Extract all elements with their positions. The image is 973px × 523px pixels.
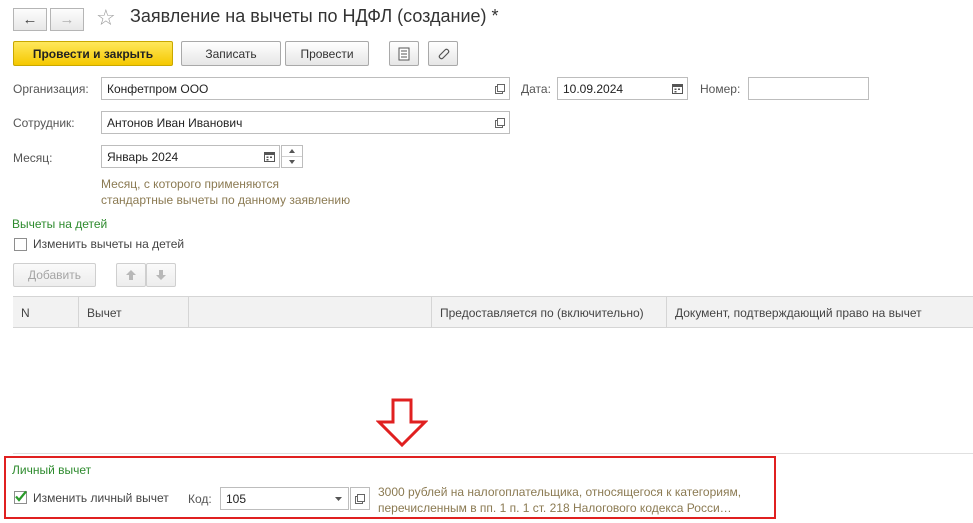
- month-hint-line1: Месяц, с которого применяются: [101, 177, 279, 191]
- change-personal-checkbox[interactable]: [14, 490, 27, 504]
- column-header-blank[interactable]: [189, 297, 432, 327]
- organization-field[interactable]: Конфетпром ООО: [101, 77, 491, 100]
- calendar-icon: [672, 84, 683, 94]
- change-children-checkbox[interactable]: [14, 238, 27, 251]
- column-header-document[interactable]: Документ, подтверждающий право на вычет: [667, 297, 973, 327]
- calendar-icon: [264, 152, 275, 162]
- attach-button[interactable]: [428, 41, 458, 66]
- date-field[interactable]: 10.09.2024: [557, 77, 669, 100]
- date-calendar-button[interactable]: [668, 77, 688, 100]
- code-dropdown-button[interactable]: [329, 487, 349, 510]
- report-button[interactable]: [389, 41, 419, 66]
- save-button[interactable]: Записать: [181, 41, 281, 66]
- open-window-icon: [355, 493, 365, 504]
- chevron-down-icon: [335, 496, 342, 501]
- organization-open-button[interactable]: [490, 77, 510, 100]
- arrow-down-icon: [156, 270, 166, 280]
- number-field[interactable]: [748, 77, 869, 100]
- post-button[interactable]: Провести: [285, 41, 369, 66]
- page-title: Заявление на вычеты по НДФЛ (создание) *: [130, 6, 499, 26]
- forward-button[interactable]: →: [50, 8, 84, 31]
- add-button[interactable]: Добавить: [13, 263, 96, 287]
- arrow-down-annotation-icon: [376, 398, 428, 448]
- employee-field[interactable]: Антонов Иван Иванович: [101, 111, 491, 134]
- favorite-star-icon[interactable]: ☆: [96, 5, 116, 31]
- code-description-line2: перечисленным в пп. 1 п. 1 ст. 218 Налог…: [378, 501, 732, 515]
- arrow-up-icon: [126, 270, 136, 280]
- move-up-button[interactable]: [116, 263, 146, 287]
- change-personal-label: Изменить личный вычет: [33, 491, 169, 505]
- month-field[interactable]: Январь 2024: [101, 145, 261, 168]
- move-down-button[interactable]: [146, 263, 176, 287]
- paperclip-icon: [438, 48, 450, 59]
- number-label: Номер:: [700, 82, 741, 96]
- code-label: Код:: [188, 492, 212, 506]
- children-table-body[interactable]: [13, 328, 973, 454]
- stepper-up-icon[interactable]: [282, 146, 302, 157]
- column-header-deduction[interactable]: Вычет: [79, 297, 189, 327]
- back-button[interactable]: ←: [13, 8, 47, 31]
- code-description: 3000 рублей на налогоплательщика, относя…: [378, 484, 772, 516]
- children-section-title: Вычеты на детей: [12, 217, 108, 231]
- date-label: Дата:: [521, 82, 551, 96]
- checkmark-icon: [15, 490, 27, 502]
- post-and-close-button[interactable]: Провести и закрыть: [13, 41, 173, 66]
- month-hint: Месяц, с которого применяются стандартны…: [101, 176, 350, 208]
- code-field[interactable]: 105: [220, 487, 330, 510]
- arrow-right-icon: →: [59, 11, 75, 28]
- month-hint-line2: стандартные вычеты по данному заявлению: [101, 193, 351, 207]
- stepper-down-icon[interactable]: [282, 157, 302, 167]
- change-children-label: Изменить вычеты на детей: [33, 237, 185, 251]
- employee-open-button[interactable]: [490, 111, 510, 134]
- arrow-left-icon: ←: [22, 11, 38, 28]
- code-description-line1: 3000 рублей на налогоплательщика, относя…: [378, 485, 742, 499]
- open-window-icon: [494, 83, 505, 94]
- open-window-icon: [494, 117, 505, 128]
- personal-section-title: Личный вычет: [12, 463, 92, 477]
- month-stepper[interactable]: [281, 145, 303, 168]
- month-label: Месяц:: [13, 151, 53, 165]
- column-header-n[interactable]: N: [13, 297, 79, 327]
- organization-label: Организация:: [13, 82, 89, 96]
- code-open-button[interactable]: [350, 487, 370, 510]
- employee-label: Сотрудник:: [13, 116, 75, 130]
- document-list-icon: [398, 47, 410, 60]
- column-header-until[interactable]: Предоставляется по (включительно): [432, 297, 667, 327]
- children-table-header: N Вычет Предоставляется по (включительно…: [13, 296, 973, 328]
- month-calendar-button[interactable]: [260, 145, 280, 168]
